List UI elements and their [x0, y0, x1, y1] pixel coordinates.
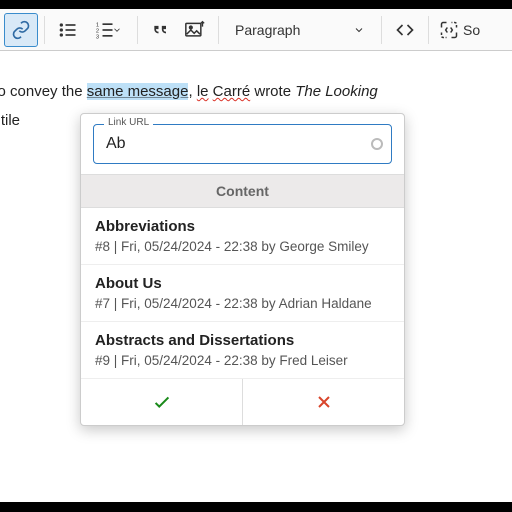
link-icon	[11, 20, 31, 40]
close-icon	[314, 392, 334, 412]
link-url-input[interactable]	[104, 134, 361, 154]
chevron-down-icon	[112, 25, 122, 35]
image-upload-icon	[184, 20, 206, 40]
quote-icon	[151, 20, 171, 40]
result-meta: #7 | Fri, 05/24/2024 - 22:38 by Adrian H…	[95, 296, 390, 311]
numbered-list-button[interactable]: 123	[85, 13, 131, 47]
check-icon	[151, 391, 173, 413]
result-title: Abbreviations	[95, 218, 390, 235]
autocomplete-result[interactable]: Abstracts and Dissertations #9 | Fri, 05…	[81, 322, 404, 379]
image-button[interactable]	[178, 13, 212, 47]
result-meta: #8 | Fri, 05/24/2024 - 22:38 by George S…	[95, 239, 390, 254]
result-title: Abstracts and Dissertations	[95, 332, 390, 349]
text-line: ting to convey the same message, le Carr…	[0, 77, 512, 106]
results-group-header: Content	[81, 174, 404, 208]
block-style-label: Paragraph	[235, 22, 347, 38]
selected-link-text: same message	[87, 83, 189, 100]
link-button[interactable]	[4, 13, 38, 47]
editor-toolbar: 123 Paragraph So	[0, 9, 512, 51]
source-icon	[439, 20, 459, 40]
link-url-label: Link URL	[104, 117, 153, 128]
result-meta: #9 | Fri, 05/24/2024 - 22:38 by Fred Lei…	[95, 353, 390, 368]
loading-spinner	[371, 138, 383, 150]
source-label: So	[463, 22, 480, 38]
code-icon	[395, 20, 415, 40]
result-title: About Us	[95, 275, 390, 292]
bulleted-list-button[interactable]	[51, 13, 85, 47]
link-url-popup: Link URL Content Abbreviations #8 | Fri,…	[80, 113, 405, 426]
chevron-down-icon	[353, 24, 365, 36]
confirm-link-button[interactable]	[81, 379, 242, 425]
list-ul-icon	[58, 20, 78, 40]
svg-text:3: 3	[95, 34, 98, 40]
source-button[interactable]: So	[435, 13, 482, 47]
blockquote-button[interactable]	[144, 13, 178, 47]
popup-actions	[81, 379, 404, 425]
block-style-dropdown[interactable]: Paragraph	[225, 13, 375, 47]
link-url-field[interactable]: Link URL	[93, 124, 392, 164]
autocomplete-result[interactable]: Abbreviations #8 | Fri, 05/24/2024 - 22:…	[81, 208, 404, 265]
cancel-link-button[interactable]	[242, 379, 404, 425]
autocomplete-result[interactable]: About Us #7 | Fri, 05/24/2024 - 22:38 by…	[81, 265, 404, 322]
code-button[interactable]	[388, 13, 422, 47]
